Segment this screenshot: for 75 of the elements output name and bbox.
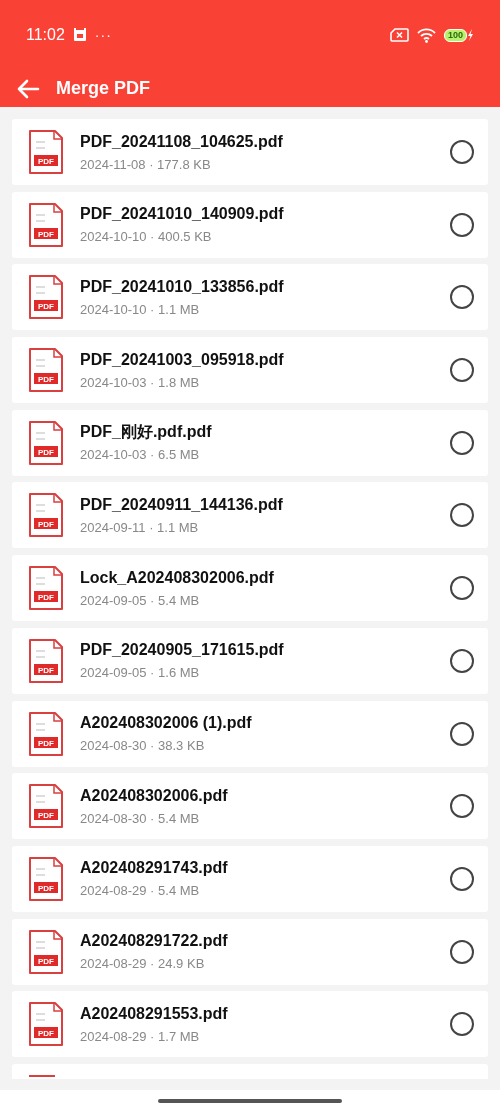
status-time: 11:02: [26, 25, 65, 45]
file-name: PDF_20241010_140909.pdf: [80, 204, 285, 225]
file-name: A202408291553.pdf: [80, 1003, 229, 1024]
file-item[interactable]: PDF A202408302006.pdf 2024-08-30 · 5.4 MB: [12, 773, 488, 840]
pdf-file-icon: PDF: [28, 492, 64, 539]
file-name: PDF_刚好.pdf.pdf: [80, 422, 213, 443]
select-radio[interactable]: [450, 1012, 474, 1037]
battery-level: 100: [443, 28, 467, 42]
select-radio[interactable]: [450, 503, 474, 528]
file-item[interactable]: PDF A202408291743.pdf 2024-08-29 · 5.4 MB: [12, 845, 488, 912]
screen-title: Merge PDF: [56, 77, 151, 100]
file-name: PDF_20240905_171615.pdf: [80, 640, 285, 661]
file-item[interactable]: PDF PDF_20241010_140909.pdf 2024-10-10 · 400.5 KB: [12, 191, 488, 258]
select-radio[interactable]: [450, 140, 474, 164]
file-name: A202408291743.pdf: [80, 858, 229, 879]
select-radio[interactable]: [450, 430, 474, 455]
file-name: A202408291722.pdf: [80, 931, 229, 952]
calendar-icon: [72, 28, 87, 42]
pdf-file-icon: PDF: [28, 637, 64, 684]
pdf-file-icon: PDF: [28, 419, 64, 466]
select-radio[interactable]: [450, 939, 474, 964]
pdf-file-icon: PDF: [28, 783, 64, 830]
file-item[interactable]: PDF PDF_20240911_144136.pdf 2024-09-11 · 1.1 MB: [12, 482, 488, 549]
pdf-file-icon: PDF: [28, 129, 64, 175]
pdf-file-icon: PDF: [28, 201, 64, 248]
select-radio[interactable]: [450, 648, 474, 673]
file-details: 2024-11-08 · 177.8 KB: [80, 155, 212, 173]
file-item[interactable]: PDF PDF_20241010_133856.pdf 2024-10-10 · 1.1 MB: [12, 264, 488, 331]
select-radio[interactable]: [450, 212, 474, 237]
pdf-file-icon: PDF: [28, 347, 64, 394]
file-details: 2024-08-29 · 1.7 MB: [80, 1027, 201, 1045]
file-item[interactable]: PDF A202408291553.pdf 2024-08-29 · 1.7 MB: [12, 991, 488, 1058]
home-indicator[interactable]: [158, 1098, 342, 1103]
file-details: 2024-08-30 · 5.4 MB: [80, 809, 201, 827]
select-radio[interactable]: [450, 285, 474, 310]
pdf-file-icon: PDF: [28, 274, 64, 321]
pdf-file-icon: PDF: [28, 855, 64, 902]
file-details: 2024-08-30 · 38.3 KB: [80, 737, 206, 754]
file-item[interactable]: PDF A202408291722.pdf 2024-08-29 · 24.9 KB: [12, 918, 488, 985]
file-details: 2024-08-29 · 5.4 MB: [80, 882, 201, 900]
file-name: Lock_A202408302006.pdf: [80, 567, 275, 588]
pdf-file-icon: PDF: [28, 928, 64, 975]
back-button[interactable]: [16, 78, 40, 99]
file-name: PDF_20241010_133856.pdf: [80, 276, 285, 297]
file-details: 2024-09-05 · 5.4 MB: [80, 591, 201, 609]
file-item[interactable]: PDF A202408302006 (1).pdf 2024-08-30 · 38.3 KB: [12, 700, 488, 767]
select-radio[interactable]: [450, 721, 474, 746]
file-details: 2024-10-03 · 1.8 MB: [80, 373, 201, 391]
back-arrow-icon: [16, 78, 40, 99]
file-item[interactable]: PDF PDF_刚好.pdf.pdf 2024-10-03 · 6.5 MB: [12, 409, 488, 476]
more-indicator: ···: [94, 25, 112, 45]
file-name: A202408302006 (1).pdf: [80, 713, 253, 733]
file-name: PDF_20241108_104625.pdf: [80, 131, 284, 152]
select-radio[interactable]: [450, 358, 474, 383]
file-name: PDF_20241003_095918.pdf: [80, 349, 285, 370]
pdf-file-icon: PDF: [28, 565, 64, 612]
file-name: A202408302006.pdf: [80, 785, 229, 806]
file-details: 2024-09-11 · 1.1 MB: [80, 518, 200, 536]
select-radio[interactable]: [450, 576, 474, 601]
no-sim-icon: [389, 28, 409, 42]
pdf-file-icon: PDF: [28, 710, 64, 757]
file-name: PDF_20240911_144136.pdf: [80, 494, 284, 515]
file-details: 2024-09-05 · 1.6 MB: [80, 664, 201, 682]
file-details: 2024-10-10 · 400.5 KB: [80, 228, 213, 246]
file-item[interactable]: PDF PDF_20241108_104625.pdf 2024-11-08 · 177.8 KB: [12, 119, 488, 185]
file-details: 2024-08-29 · 24.9 KB: [80, 955, 206, 973]
file-details: 2024-10-03 · 6.5 MB: [80, 446, 201, 464]
file-item[interactable]: PDF PDF_20241003_095918.pdf 2024-10-03 · 1.8 MB: [12, 337, 488, 404]
file-item[interactable]: PDF Lock_A202408302006.pdf 2024-09-05 · 5.4 MB: [12, 555, 488, 622]
select-radio[interactable]: [450, 794, 474, 819]
pdf-file-icon: PDF: [28, 1001, 64, 1048]
file-item[interactable]: PDF PDF_20240905_171615.pdf 2024-09-05 · 1.6 MB: [12, 627, 488, 694]
file-details: 2024-10-10 · 1.1 MB: [80, 300, 201, 318]
select-radio[interactable]: [450, 866, 474, 891]
wifi-icon: [416, 27, 436, 43]
